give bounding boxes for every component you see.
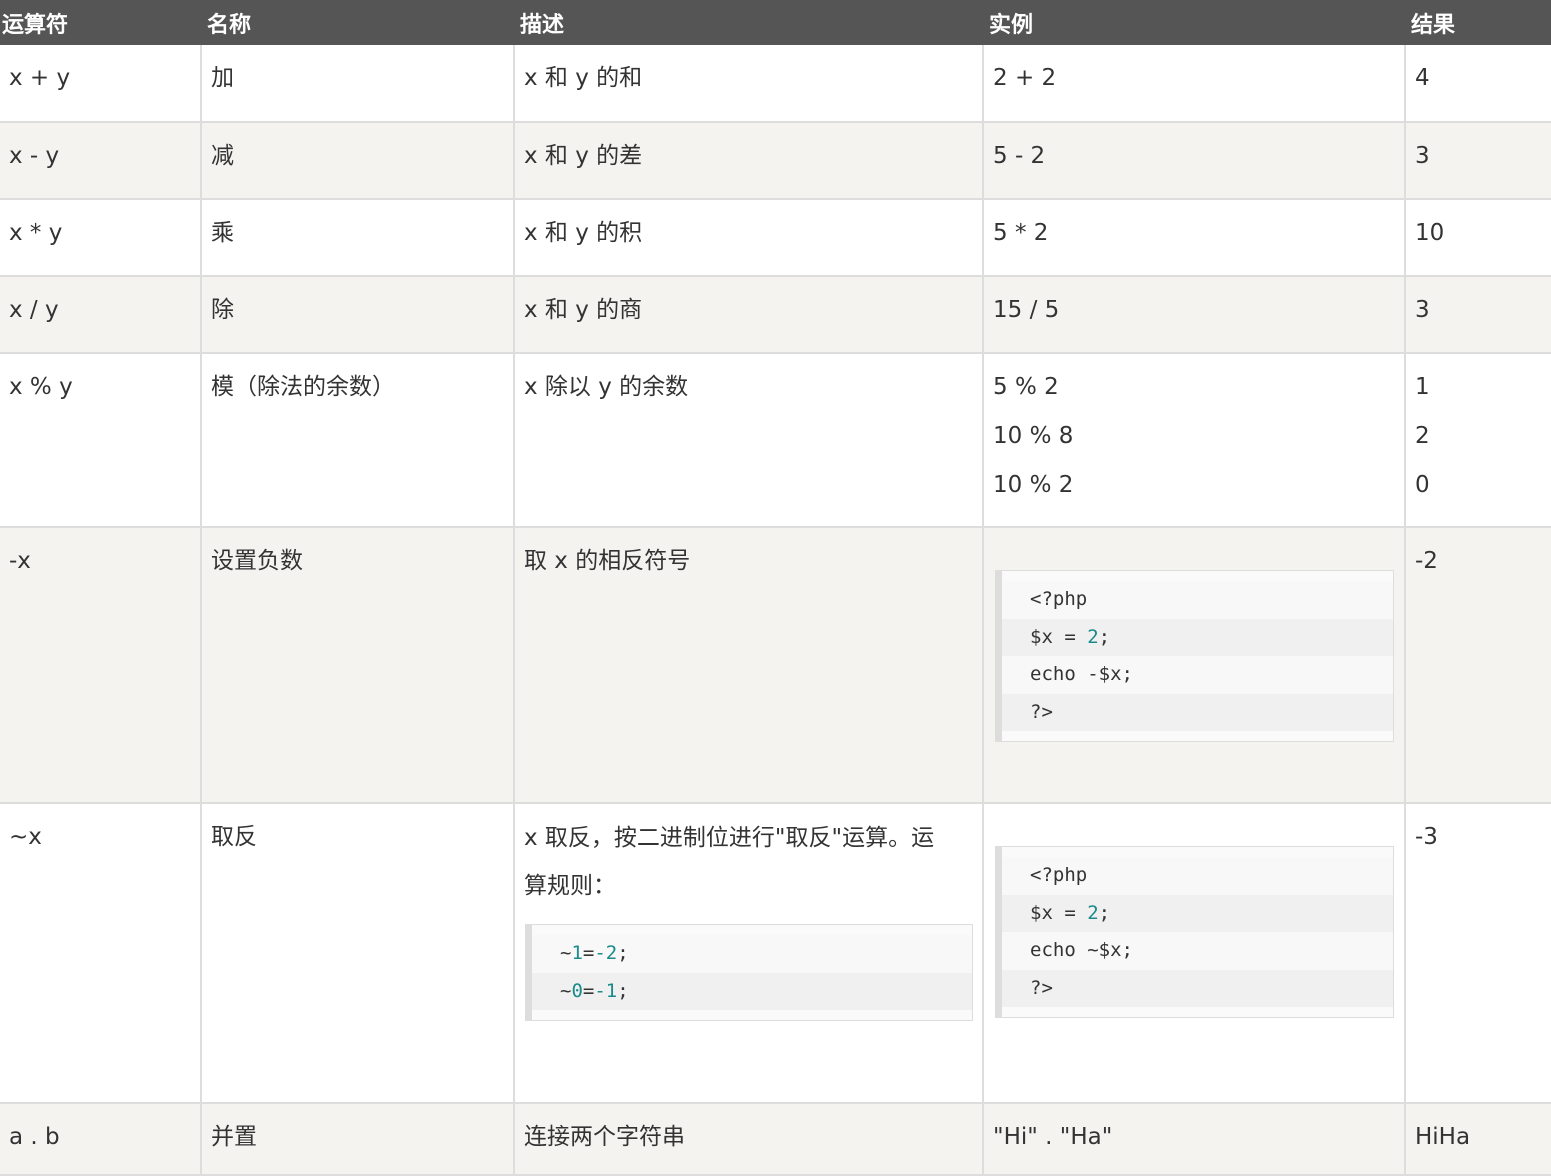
cell-operator: x - y bbox=[0, 122, 201, 200]
cell-operator: x + y bbox=[0, 45, 201, 123]
cell-name: 除 bbox=[200, 276, 514, 354]
table-header: 运算符 名称 描述 实例 结果 bbox=[0, 0, 1551, 45]
table-row: ~x 取反 x 取反，按二进制位进行"取反"运算。运 算规则： ~1=-2; ~… bbox=[0, 803, 1551, 1104]
code-line: $x = 2; bbox=[1002, 618, 1393, 656]
header-description: 描述 bbox=[514, 0, 983, 45]
code-block: <?php $x = 2; echo ~$x; ?> bbox=[995, 846, 1394, 1018]
header-operator: 运算符 bbox=[0, 0, 201, 45]
cell-example: <?php $x = 2; echo ~$x; ?> bbox=[982, 803, 1405, 1104]
result-line: 0 bbox=[1415, 472, 1430, 498]
cell-example: "Hi" . "Ha" bbox=[982, 1103, 1405, 1176]
cell-result: 1 2 0 bbox=[1404, 353, 1551, 528]
cell-operator: x * y bbox=[0, 199, 201, 277]
cell-example: <?php $x = 2; echo -$x; ?> bbox=[982, 527, 1405, 804]
code-block: <?php $x = 2; echo -$x; ?> bbox=[995, 570, 1394, 742]
table-row: a . b 并置 连接两个字符串 "Hi" . "Ha" HiHa bbox=[0, 1103, 1551, 1176]
code-line: ~1=-2; bbox=[532, 935, 972, 973]
example-line: 10 % 8 bbox=[993, 423, 1074, 449]
cell-description: x 和 y 的和 bbox=[513, 45, 983, 123]
code-line: ~0=-1; bbox=[532, 972, 972, 1010]
code-line: $x = 2; bbox=[1002, 894, 1393, 932]
cell-result: HiHa bbox=[1404, 1103, 1551, 1176]
code-block: ~1=-2; ~0=-1; bbox=[525, 924, 973, 1021]
cell-result: -3 bbox=[1404, 803, 1551, 1104]
example-line: 5 % 2 bbox=[993, 374, 1059, 400]
code-line: <?php bbox=[1002, 857, 1393, 895]
cell-name: 模（除法的余数） bbox=[200, 353, 514, 528]
cell-result: 4 bbox=[1404, 45, 1551, 123]
header-name: 名称 bbox=[201, 0, 514, 45]
cell-name: 设置负数 bbox=[200, 527, 514, 804]
cell-operator: ~x bbox=[0, 803, 201, 1104]
cell-description: 取 x 的相反符号 bbox=[513, 527, 983, 804]
description-line: x 取反，按二进制位进行"取反"运算。运 bbox=[524, 825, 935, 851]
cell-result: 3 bbox=[1404, 276, 1551, 354]
cell-description: x 除以 y 的余数 bbox=[513, 353, 983, 528]
cell-name: 并置 bbox=[200, 1103, 514, 1176]
code-line: <?php bbox=[1002, 581, 1393, 619]
result-line: 1 bbox=[1415, 374, 1430, 400]
code-line: ?> bbox=[1002, 693, 1393, 731]
cell-description: x 和 y 的商 bbox=[513, 276, 983, 354]
cell-example: 5 % 2 10 % 8 10 % 2 bbox=[982, 353, 1405, 528]
result-line: 2 bbox=[1415, 423, 1430, 449]
description-line: 算规则： bbox=[524, 873, 616, 899]
table-row: x - y 减 x 和 y 的差 5 - 2 3 bbox=[0, 122, 1551, 200]
cell-example: 5 - 2 bbox=[982, 122, 1405, 200]
cell-description: x 取反，按二进制位进行"取反"运算。运 算规则： ~1=-2; ~0=-1; bbox=[513, 803, 983, 1104]
code-line: echo ~$x; bbox=[1002, 932, 1393, 970]
cell-description: 连接两个字符串 bbox=[513, 1103, 983, 1176]
cell-operator: x % y bbox=[0, 353, 201, 528]
cell-name: 加 bbox=[200, 45, 514, 123]
header-example: 实例 bbox=[983, 0, 1405, 45]
cell-description: x 和 y 的积 bbox=[513, 199, 983, 277]
header-result: 结果 bbox=[1405, 0, 1551, 45]
table-row: x * y 乘 x 和 y 的积 5 * 2 10 bbox=[0, 199, 1551, 277]
cell-name: 取反 bbox=[200, 803, 514, 1104]
cell-example: 5 * 2 bbox=[982, 199, 1405, 277]
table-row: x + y 加 x 和 y 的和 2 + 2 4 bbox=[0, 45, 1551, 123]
cell-name: 乘 bbox=[200, 199, 514, 277]
cell-result: -2 bbox=[1404, 527, 1551, 804]
cell-operator: x / y bbox=[0, 276, 201, 354]
arithmetic-operators-table: 运算符 名称 描述 实例 结果 x + y 加 x 和 y 的和 2 + 2 4… bbox=[0, 0, 1551, 1176]
cell-example: 2 + 2 bbox=[982, 45, 1405, 123]
cell-result: 3 bbox=[1404, 122, 1551, 200]
cell-operator: -x bbox=[0, 527, 201, 804]
cell-name: 减 bbox=[200, 122, 514, 200]
cell-example: 15 / 5 bbox=[982, 276, 1405, 354]
header-row: 运算符 名称 描述 实例 结果 bbox=[0, 0, 1551, 45]
cell-description: x 和 y 的差 bbox=[513, 122, 983, 200]
cell-operator: a . b bbox=[0, 1103, 201, 1176]
table-row: x / y 除 x 和 y 的商 15 / 5 3 bbox=[0, 276, 1551, 354]
code-line: echo -$x; bbox=[1002, 656, 1393, 694]
table-row: -x 设置负数 取 x 的相反符号 <?php $x = 2; echo -$x… bbox=[0, 527, 1551, 804]
code-line: ?> bbox=[1002, 969, 1393, 1007]
table-row: x % y 模（除法的余数） x 除以 y 的余数 5 % 2 10 % 8 1… bbox=[0, 353, 1551, 528]
description-text: x 取反，按二进制位进行"取反"运算。运 算规则： bbox=[524, 814, 972, 910]
example-line: 10 % 2 bbox=[993, 472, 1074, 498]
cell-result: 10 bbox=[1404, 199, 1551, 277]
